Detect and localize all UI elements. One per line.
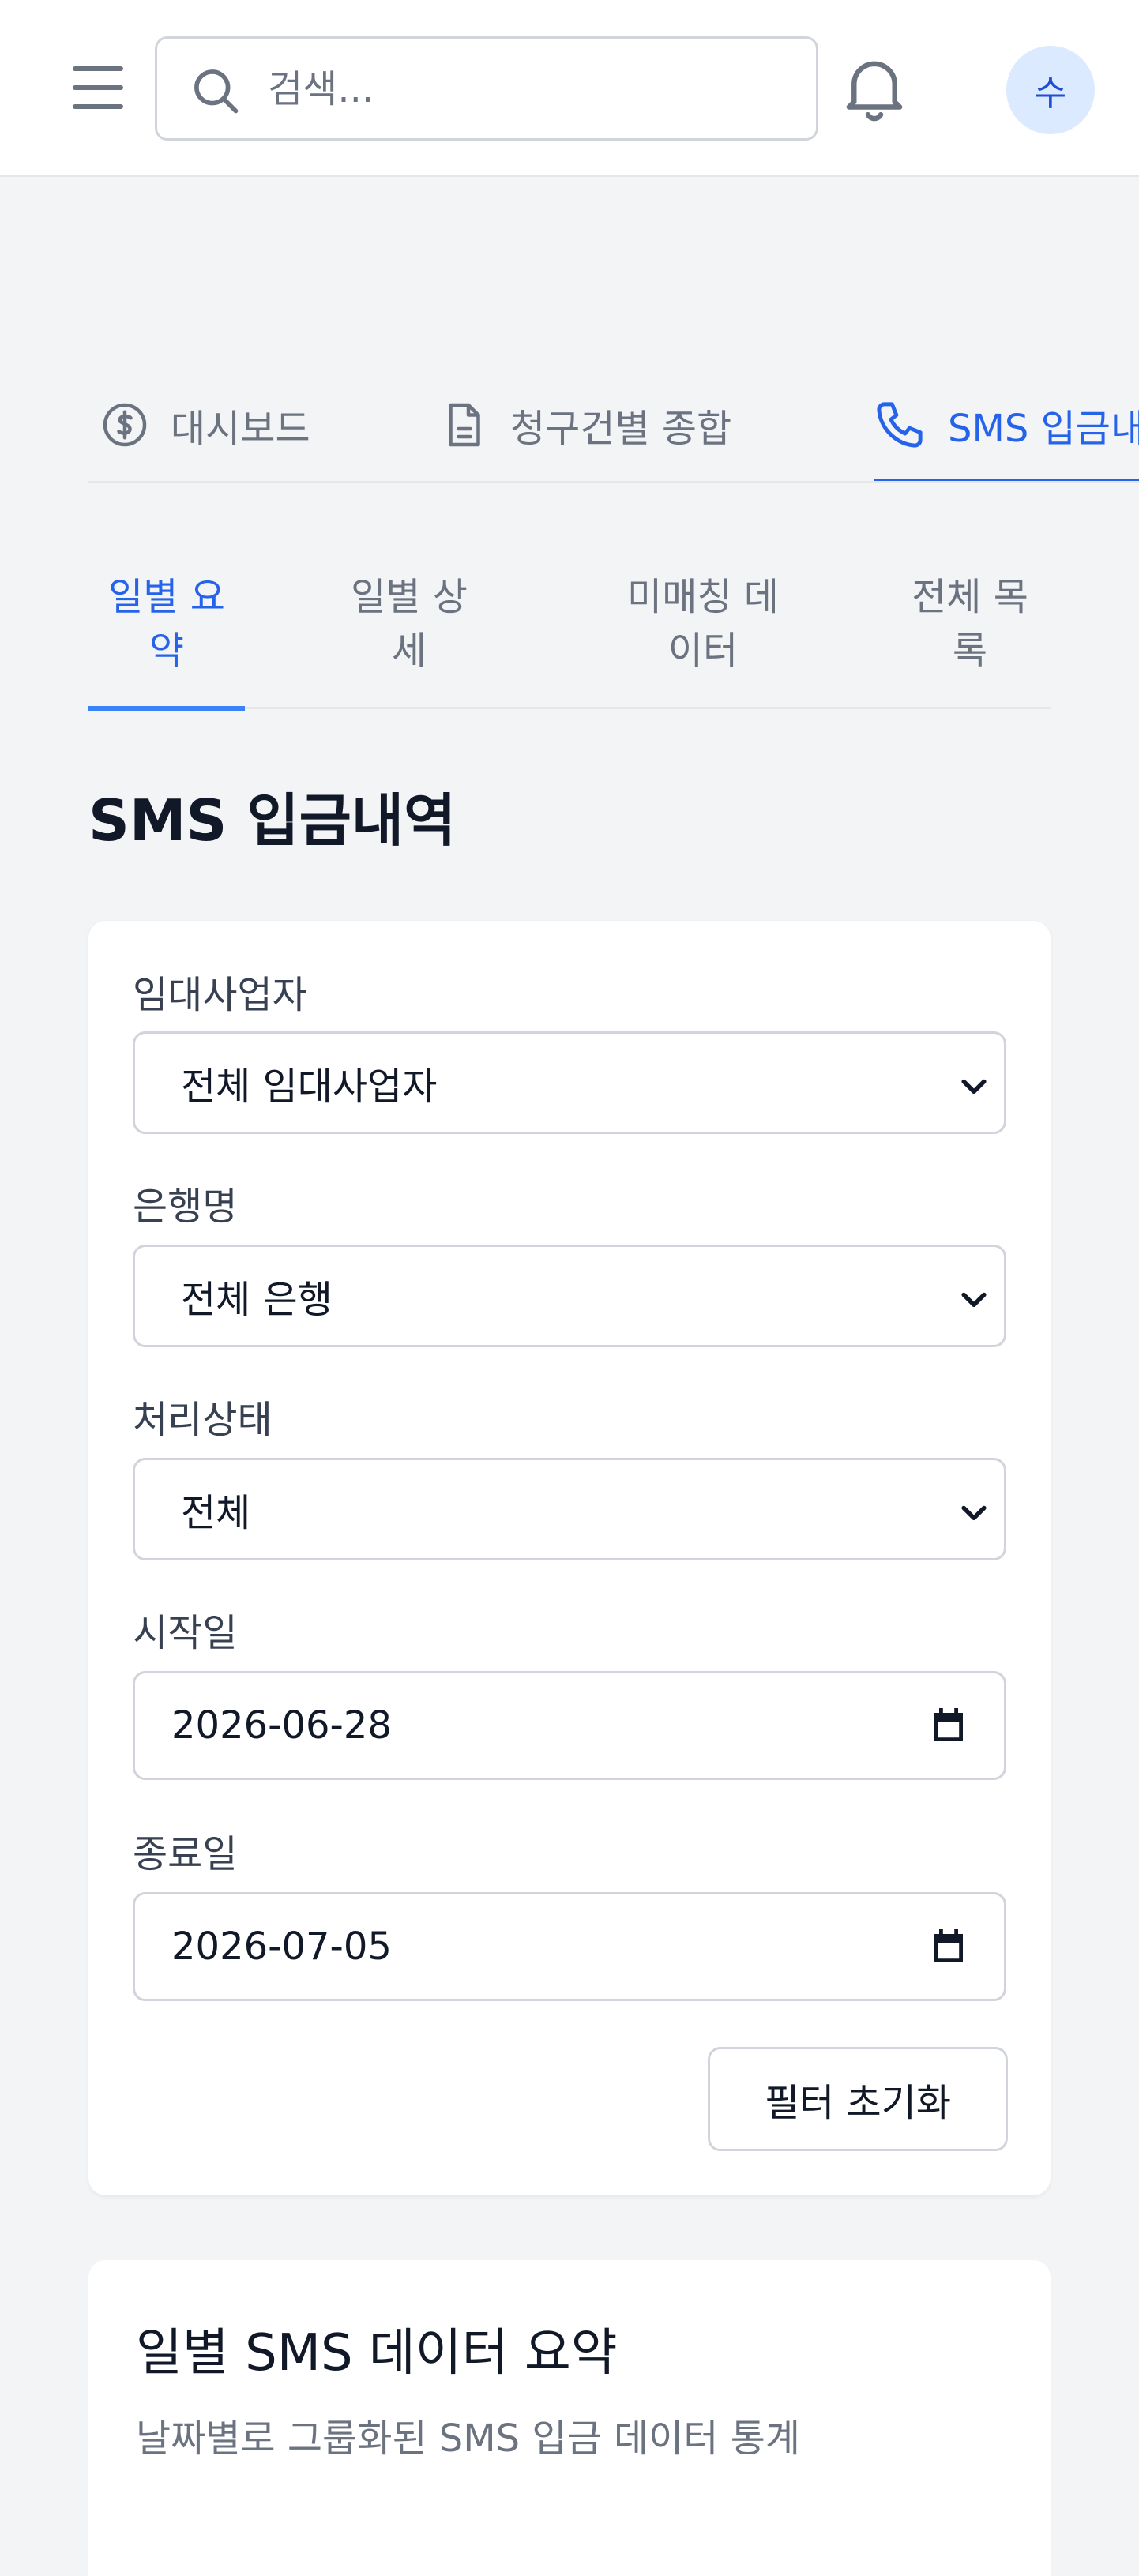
subtab-daily-summary[interactable]: 일별 요약	[88, 570, 245, 711]
search-input[interactable]	[268, 54, 789, 124]
subtab-label: 일별 상세	[351, 575, 468, 673]
summary-title: 일별 SMS 데이터 요약	[136, 2324, 618, 2383]
end-date-input[interactable]: 2026-07-05	[133, 1892, 1006, 2001]
search-box[interactable]	[155, 36, 818, 141]
subtab-all-list[interactable]: 전체 목록	[902, 570, 1038, 708]
status-value: 전체	[181, 1491, 251, 1535]
tab-sms-deposits-label: SMS 입금내역	[948, 407, 1139, 451]
menu-icon[interactable]	[70, 63, 130, 114]
chevron-down-icon	[961, 1079, 987, 1095]
bank-label: 은행명	[133, 1185, 238, 1229]
file-text-icon	[449, 403, 480, 447]
avatar[interactable]: 수	[1006, 46, 1095, 134]
end-date-value: 2026-07-05	[171, 1924, 392, 1969]
bank-select[interactable]: 전체 은행	[133, 1245, 1006, 1347]
status-select[interactable]: 전체	[133, 1458, 1006, 1560]
daily-summary-card: 일별 SMS 데이터 요약 날짜별로 그룹화된 SMS 입금 데이터 통계	[88, 2260, 1051, 2576]
main-tabs: 대시보드 청구건별 종합 SMS 입금내역	[88, 366, 1139, 483]
tab-dashboard[interactable]: 대시보드	[101, 366, 310, 481]
sub-tabs: 일별 요약 일별 상세 미매칭 데이터 전체 목록	[88, 562, 1051, 711]
reset-filters-button[interactable]: 필터 초기화	[708, 2047, 1008, 2151]
end-date-label: 종료일	[133, 1832, 238, 1876]
tab-sms-deposits[interactable]: SMS 입금내역	[874, 366, 1139, 481]
lessor-label: 임대사업자	[133, 973, 307, 1017]
subtab-label: 일별 요약	[108, 575, 225, 673]
calendar-icon[interactable]	[930, 1928, 968, 1966]
page-title: SMS 입금내역	[88, 787, 457, 854]
tab-dashboard-label: 대시보드	[171, 407, 310, 451]
start-date-input[interactable]: 2026-06-28	[133, 1671, 1006, 1780]
bell-icon[interactable]	[844, 54, 905, 125]
subtab-label: 미매칭 데이터	[627, 575, 779, 673]
filter-card: 임대사업자 전체 임대사업자 은행명 전체 은행 처리상태 전체 시작일 202…	[88, 921, 1051, 2195]
calendar-icon[interactable]	[930, 1707, 968, 1744]
bank-value: 전체 은행	[181, 1278, 333, 1322]
chevron-down-icon	[961, 1292, 987, 1308]
lessor-value: 전체 임대사업자	[181, 1065, 438, 1109]
status-label: 처리상태	[133, 1398, 273, 1442]
top-bar: 수	[0, 0, 1139, 177]
subtab-unmatched[interactable]: 미매칭 데이터	[599, 570, 807, 708]
phone-icon	[877, 402, 923, 448]
start-date-label: 시작일	[133, 1611, 238, 1655]
search-icon	[194, 69, 239, 114]
dollar-circle-icon	[103, 403, 147, 447]
tab-billing-summary[interactable]: 청구건별 종합	[441, 366, 732, 481]
subtab-label: 전체 목록	[912, 575, 1028, 673]
tab-billing-summary-label: 청구건별 종합	[510, 407, 732, 451]
start-date-value: 2026-06-28	[171, 1703, 392, 1748]
lessor-select[interactable]: 전체 임대사업자	[133, 1031, 1006, 1134]
summary-description: 날짜별로 그룹화된 SMS 입금 데이터 통계	[136, 2416, 801, 2461]
subtab-daily-detail[interactable]: 일별 상세	[341, 570, 477, 708]
chevron-down-icon	[961, 1505, 987, 1521]
